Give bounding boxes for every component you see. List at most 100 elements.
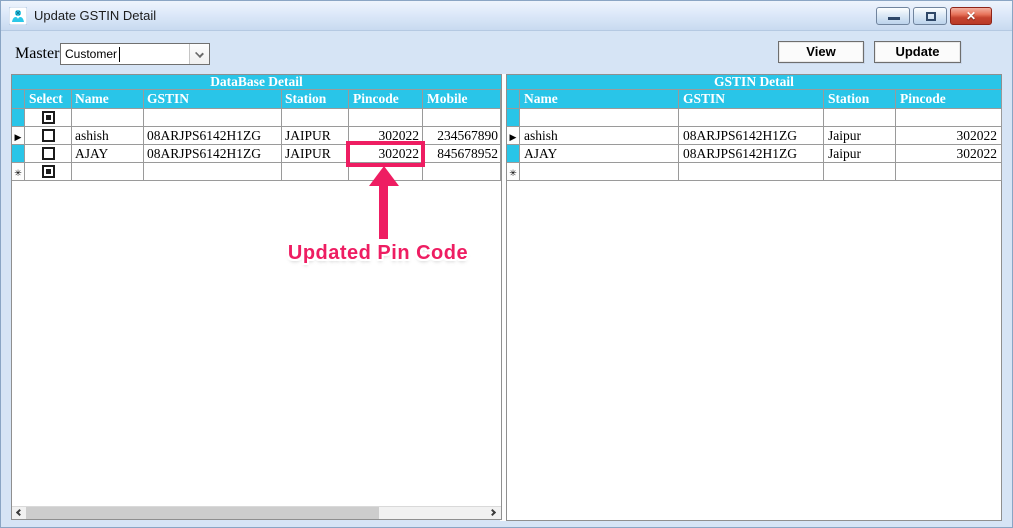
station-cell[interactable]: JAIPUR xyxy=(282,127,349,145)
name-cell[interactable]: AJAY xyxy=(520,145,679,163)
database-detail-grid: DataBase Detail Select Name GSTIN Statio… xyxy=(11,74,502,520)
update-button[interactable]: Update xyxy=(874,41,961,63)
table-row: ▶ ashish 08ARJPS6142H1ZG Jaipur 302022 xyxy=(507,127,1002,145)
scroll-left-button[interactable] xyxy=(12,507,26,519)
select-cell xyxy=(25,145,72,163)
station-cell[interactable] xyxy=(824,163,896,181)
minimize-icon xyxy=(888,17,900,20)
horizontal-scrollbar[interactable] xyxy=(12,506,501,519)
column-header-name[interactable]: Name xyxy=(520,90,679,109)
database-grid-title: DataBase Detail xyxy=(12,75,501,90)
pincode-cell[interactable] xyxy=(349,109,423,127)
scroll-right-button[interactable] xyxy=(487,507,501,519)
pincode-cell[interactable]: 302022 xyxy=(896,127,1002,145)
station-cell[interactable]: JAIPUR xyxy=(282,145,349,163)
chevron-down-icon xyxy=(195,49,204,58)
station-cell[interactable]: Jaipur xyxy=(824,145,896,163)
gstin-cell[interactable]: 08ARJPS6142H1ZG xyxy=(679,127,824,145)
name-cell[interactable]: ashish xyxy=(520,127,679,145)
gstin-cell[interactable]: 08ARJPS6142H1ZG xyxy=(144,127,282,145)
row-header[interactable] xyxy=(507,109,520,127)
maximize-icon xyxy=(926,12,936,21)
pincode-cell[interactable] xyxy=(896,163,1002,181)
table-row: AJAY 08ARJPS6142H1ZG Jaipur 302022 xyxy=(507,145,1002,163)
gstin-cell[interactable]: 08ARJPS6142H1ZG xyxy=(144,145,282,163)
text-caret xyxy=(119,47,120,62)
scrollbar-thumb[interactable] xyxy=(26,507,379,519)
pincode-cell[interactable]: 302022 xyxy=(896,145,1002,163)
master-label: Master xyxy=(15,45,60,62)
row-header[interactable] xyxy=(507,145,520,163)
row-header[interactable] xyxy=(12,109,25,127)
column-header-station[interactable]: Station xyxy=(282,90,349,109)
scroll-left-icon xyxy=(15,508,24,517)
gstin-cell[interactable]: 08ARJPS6142H1ZG xyxy=(679,145,824,163)
station-cell[interactable] xyxy=(282,163,349,181)
corner-header-cell xyxy=(12,90,25,109)
annotation-arrow xyxy=(379,185,388,239)
select-checkbox[interactable] xyxy=(41,129,55,142)
select-cell xyxy=(25,127,72,145)
name-cell[interactable] xyxy=(520,163,679,181)
station-cell[interactable] xyxy=(824,109,896,127)
select-checkbox[interactable] xyxy=(41,165,55,178)
column-header-mobile[interactable]: Mobile xyxy=(423,90,501,109)
column-header-name[interactable]: Name xyxy=(72,90,144,109)
close-button[interactable]: ✕ xyxy=(950,7,992,25)
mobile-cell[interactable]: 234567890 xyxy=(423,127,501,145)
corner-header-cell xyxy=(507,90,520,109)
select-cell xyxy=(25,163,72,181)
table-row xyxy=(12,109,501,127)
name-cell[interactable]: ashish xyxy=(72,127,144,145)
current-row-icon: ▶ xyxy=(14,133,22,143)
annotation-label: Updated Pin Code xyxy=(287,242,469,264)
column-header-gstin[interactable]: GSTIN xyxy=(144,90,282,109)
mobile-cell[interactable]: 845678952 xyxy=(423,145,501,163)
gstin-cell[interactable] xyxy=(679,109,824,127)
new-row: ✳ xyxy=(507,163,1002,181)
table-row: ▶ ashish 08ARJPS6142H1ZG JAIPUR 302022 2… xyxy=(12,127,501,145)
row-header[interactable]: ✳ xyxy=(12,163,25,181)
gstin-grid-title: GSTIN Detail xyxy=(507,75,1001,90)
row-header[interactable]: ✳ xyxy=(507,163,520,181)
name-cell[interactable] xyxy=(72,109,144,127)
name-cell[interactable] xyxy=(72,163,144,181)
table-row: AJAY 08ARJPS6142H1ZG JAIPUR 302022 84567… xyxy=(12,145,501,163)
gstin-cell[interactable] xyxy=(679,163,824,181)
mobile-cell[interactable] xyxy=(423,163,501,181)
column-header-gstin[interactable]: GSTIN xyxy=(679,90,824,109)
app-window: Update GSTIN Detail ✕ Master Customer Vi… xyxy=(0,0,1013,528)
column-header-select[interactable]: Select xyxy=(25,90,72,109)
new-row: ✳ xyxy=(12,163,501,181)
gstin-cell[interactable] xyxy=(144,163,282,181)
column-header-pincode[interactable]: Pincode xyxy=(896,90,1002,109)
app-icon xyxy=(9,7,27,25)
maximize-button[interactable] xyxy=(913,7,947,25)
gstin-detail-grid: GSTIN Detail Name GSTIN Station Pincode … xyxy=(506,74,1002,521)
row-header[interactable]: ▶ xyxy=(507,127,520,145)
row-header[interactable] xyxy=(12,145,25,163)
table-row xyxy=(507,109,1002,127)
select-checkbox[interactable] xyxy=(41,147,55,160)
pincode-cell[interactable] xyxy=(896,109,1002,127)
combobox-dropdown-button[interactable] xyxy=(189,44,209,64)
column-header-station[interactable]: Station xyxy=(824,90,896,109)
master-combobox[interactable]: Customer xyxy=(60,43,210,65)
database-grid-header-row: Select Name GSTIN Station Pincode Mobile xyxy=(12,90,501,109)
mobile-cell[interactable] xyxy=(423,109,501,127)
row-header[interactable]: ▶ xyxy=(12,127,25,145)
name-cell[interactable]: AJAY xyxy=(72,145,144,163)
master-combobox-value: Customer xyxy=(65,47,118,61)
name-cell[interactable] xyxy=(520,109,679,127)
view-button[interactable]: View xyxy=(778,41,864,63)
title-bar: Update GSTIN Detail ✕ xyxy=(1,1,1012,31)
column-header-pincode[interactable]: Pincode xyxy=(349,90,423,109)
select-cell xyxy=(25,109,72,127)
select-checkbox[interactable] xyxy=(41,111,55,124)
window-title: Update GSTIN Detail xyxy=(34,8,157,23)
station-cell[interactable] xyxy=(282,109,349,127)
gstin-cell[interactable] xyxy=(144,109,282,127)
minimize-button[interactable] xyxy=(876,7,910,25)
station-cell[interactable]: Jaipur xyxy=(824,127,896,145)
annotation-arrow-head xyxy=(369,166,399,186)
